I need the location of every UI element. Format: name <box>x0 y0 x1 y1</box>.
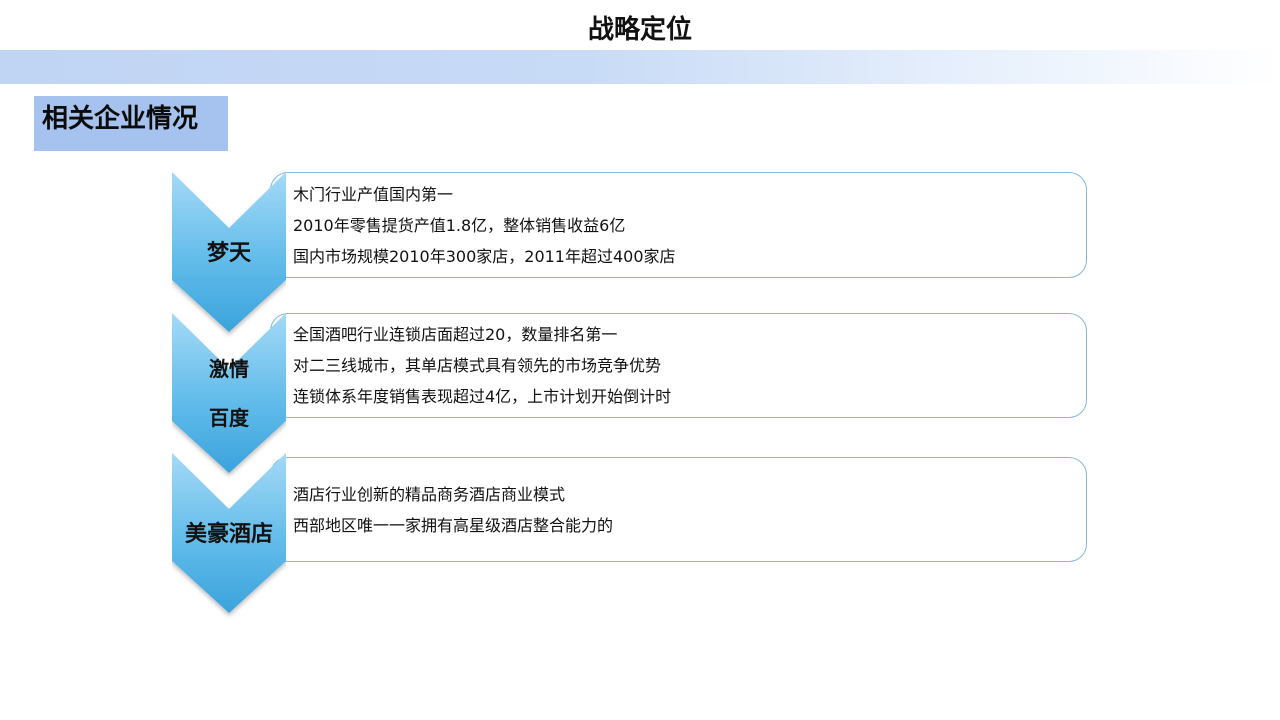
list-item: •国内市场规模2010年300家店，2011年超过400家店 <box>279 241 1086 272</box>
company-name: 梦天 <box>206 241 251 266</box>
company-box-meihao: •酒店行业创新的精品商务酒店商业模式 •西部地区唯一一家拥有高星级酒店整合能力的 <box>270 457 1087 562</box>
slide: 战略定位 相关企业情况 •木门行业产值国内第一 •2010年零售提货产值1.8亿… <box>0 0 1280 720</box>
list-item: •对二三线城市，其单店模式具有领先的市场竞争优势 <box>279 350 1086 381</box>
company-name-line-2: 百度 <box>209 406 249 430</box>
list-item-text: 西部地区唯一一家拥有高星级酒店整合能力的 <box>293 516 614 535</box>
title-band <box>0 50 1280 84</box>
list-item-text: 全国酒吧行业连锁店面超过20，数量排名第一 <box>293 325 618 344</box>
section-label: 相关企业情况 <box>34 96 228 151</box>
list-item-text: 酒店行业创新的精品商务酒店商业模式 <box>293 485 566 504</box>
company-name-line-1: 激情 <box>209 357 249 381</box>
page-title: 战略定位 <box>587 15 692 45</box>
company-box-jiqing: •全国酒吧行业连锁店面超过20，数量排名第一 •对二三线城市，其单店模式具有领先… <box>270 313 1087 418</box>
company-name: 美豪酒店 <box>184 522 273 547</box>
list-item-text: 连锁体系年度销售表现超过4亿，上市计划开始倒计时 <box>293 387 672 406</box>
list-item-text: 对二三线城市，其单店模式具有领先的市场竞争优势 <box>293 356 662 375</box>
list-item: •全国酒吧行业连锁店面超过20，数量排名第一 <box>279 319 1086 350</box>
list-item-text: 国内市场规模2010年300家店，2011年超过400家店 <box>293 247 676 266</box>
list-item: •2010年零售提货产值1.8亿，整体销售收益6亿 <box>279 210 1086 241</box>
list-item-text: 2010年零售提货产值1.8亿，整体销售收益6亿 <box>293 216 626 235</box>
list-item: •酒店行业创新的精品商务酒店商业模式 <box>279 479 1086 510</box>
list-item-text: 木门行业产值国内第一 <box>293 185 454 204</box>
list-item: •西部地区唯一一家拥有高星级酒店整合能力的 <box>279 510 1086 541</box>
list-item: •木门行业产值国内第一 <box>279 179 1086 210</box>
company-box-mengtian: •木门行业产值国内第一 •2010年零售提货产值1.8亿，整体销售收益6亿 •国… <box>270 172 1087 278</box>
list-item: •连锁体系年度销售表现超过4亿，上市计划开始倒计时 <box>279 381 1086 412</box>
